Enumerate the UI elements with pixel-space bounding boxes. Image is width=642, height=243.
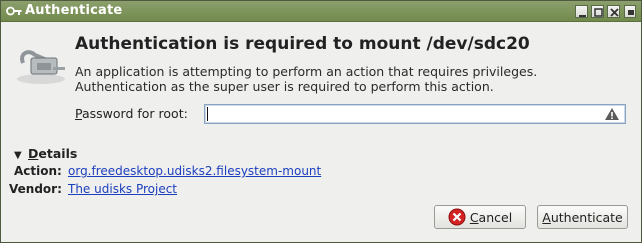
action-link[interactable]: org.freedesktop.udisks2.filesystem-mount (68, 164, 321, 178)
maximize-button[interactable] (591, 5, 604, 18)
details-expander[interactable]: ▼ Details (14, 146, 77, 161)
window-menu-button[interactable] (624, 5, 636, 18)
window-menu-icon (628, 10, 634, 15)
expander-arrow-icon: ▼ (14, 150, 22, 161)
details-label: etails (38, 146, 78, 161)
password-label-mnemonic: P (75, 106, 82, 121)
authenticate-dialog-window: Authenticate Authentication is required … (0, 0, 642, 243)
password-label-text: assword for root: (81, 106, 188, 121)
password-input[interactable] (204, 104, 626, 124)
key-icon (6, 6, 22, 16)
close-button[interactable] (607, 5, 620, 18)
cancel-label: ancel (478, 209, 513, 225)
minimize-button[interactable] (575, 5, 588, 18)
dialog-heading: Authentication is required to mount /dev… (75, 34, 530, 54)
minimize-icon (579, 15, 586, 17)
close-icon (610, 8, 619, 17)
vendor-label: Vendor: (9, 182, 62, 196)
details-label-mnemonic: D (28, 146, 39, 161)
cancel-mnemonic: C (469, 209, 479, 225)
password-label: Password for root: (75, 106, 188, 121)
action-label: Action: (14, 164, 62, 178)
message-line-1: An application is attempting to perform … (75, 64, 538, 79)
maximize-icon (594, 8, 603, 17)
authenticate-mnemonic: A (542, 209, 551, 225)
cancel-icon (448, 208, 466, 226)
warning-icon (605, 108, 619, 120)
message-line-2: Authentication as the super user is requ… (75, 79, 494, 94)
cancel-button[interactable]: Cancel (434, 205, 526, 229)
title-bar[interactable]: Authenticate (1, 1, 641, 22)
authenticate-label: uthenticate (550, 209, 623, 225)
dialog-message: An application is attempting to perform … (75, 64, 615, 94)
window-title: Authenticate (25, 3, 123, 18)
authenticate-button[interactable]: Authenticate (537, 205, 628, 229)
lock-keys-icon (17, 50, 65, 84)
text-cursor (207, 107, 208, 121)
vendor-link[interactable]: The udisks Project (68, 182, 177, 196)
